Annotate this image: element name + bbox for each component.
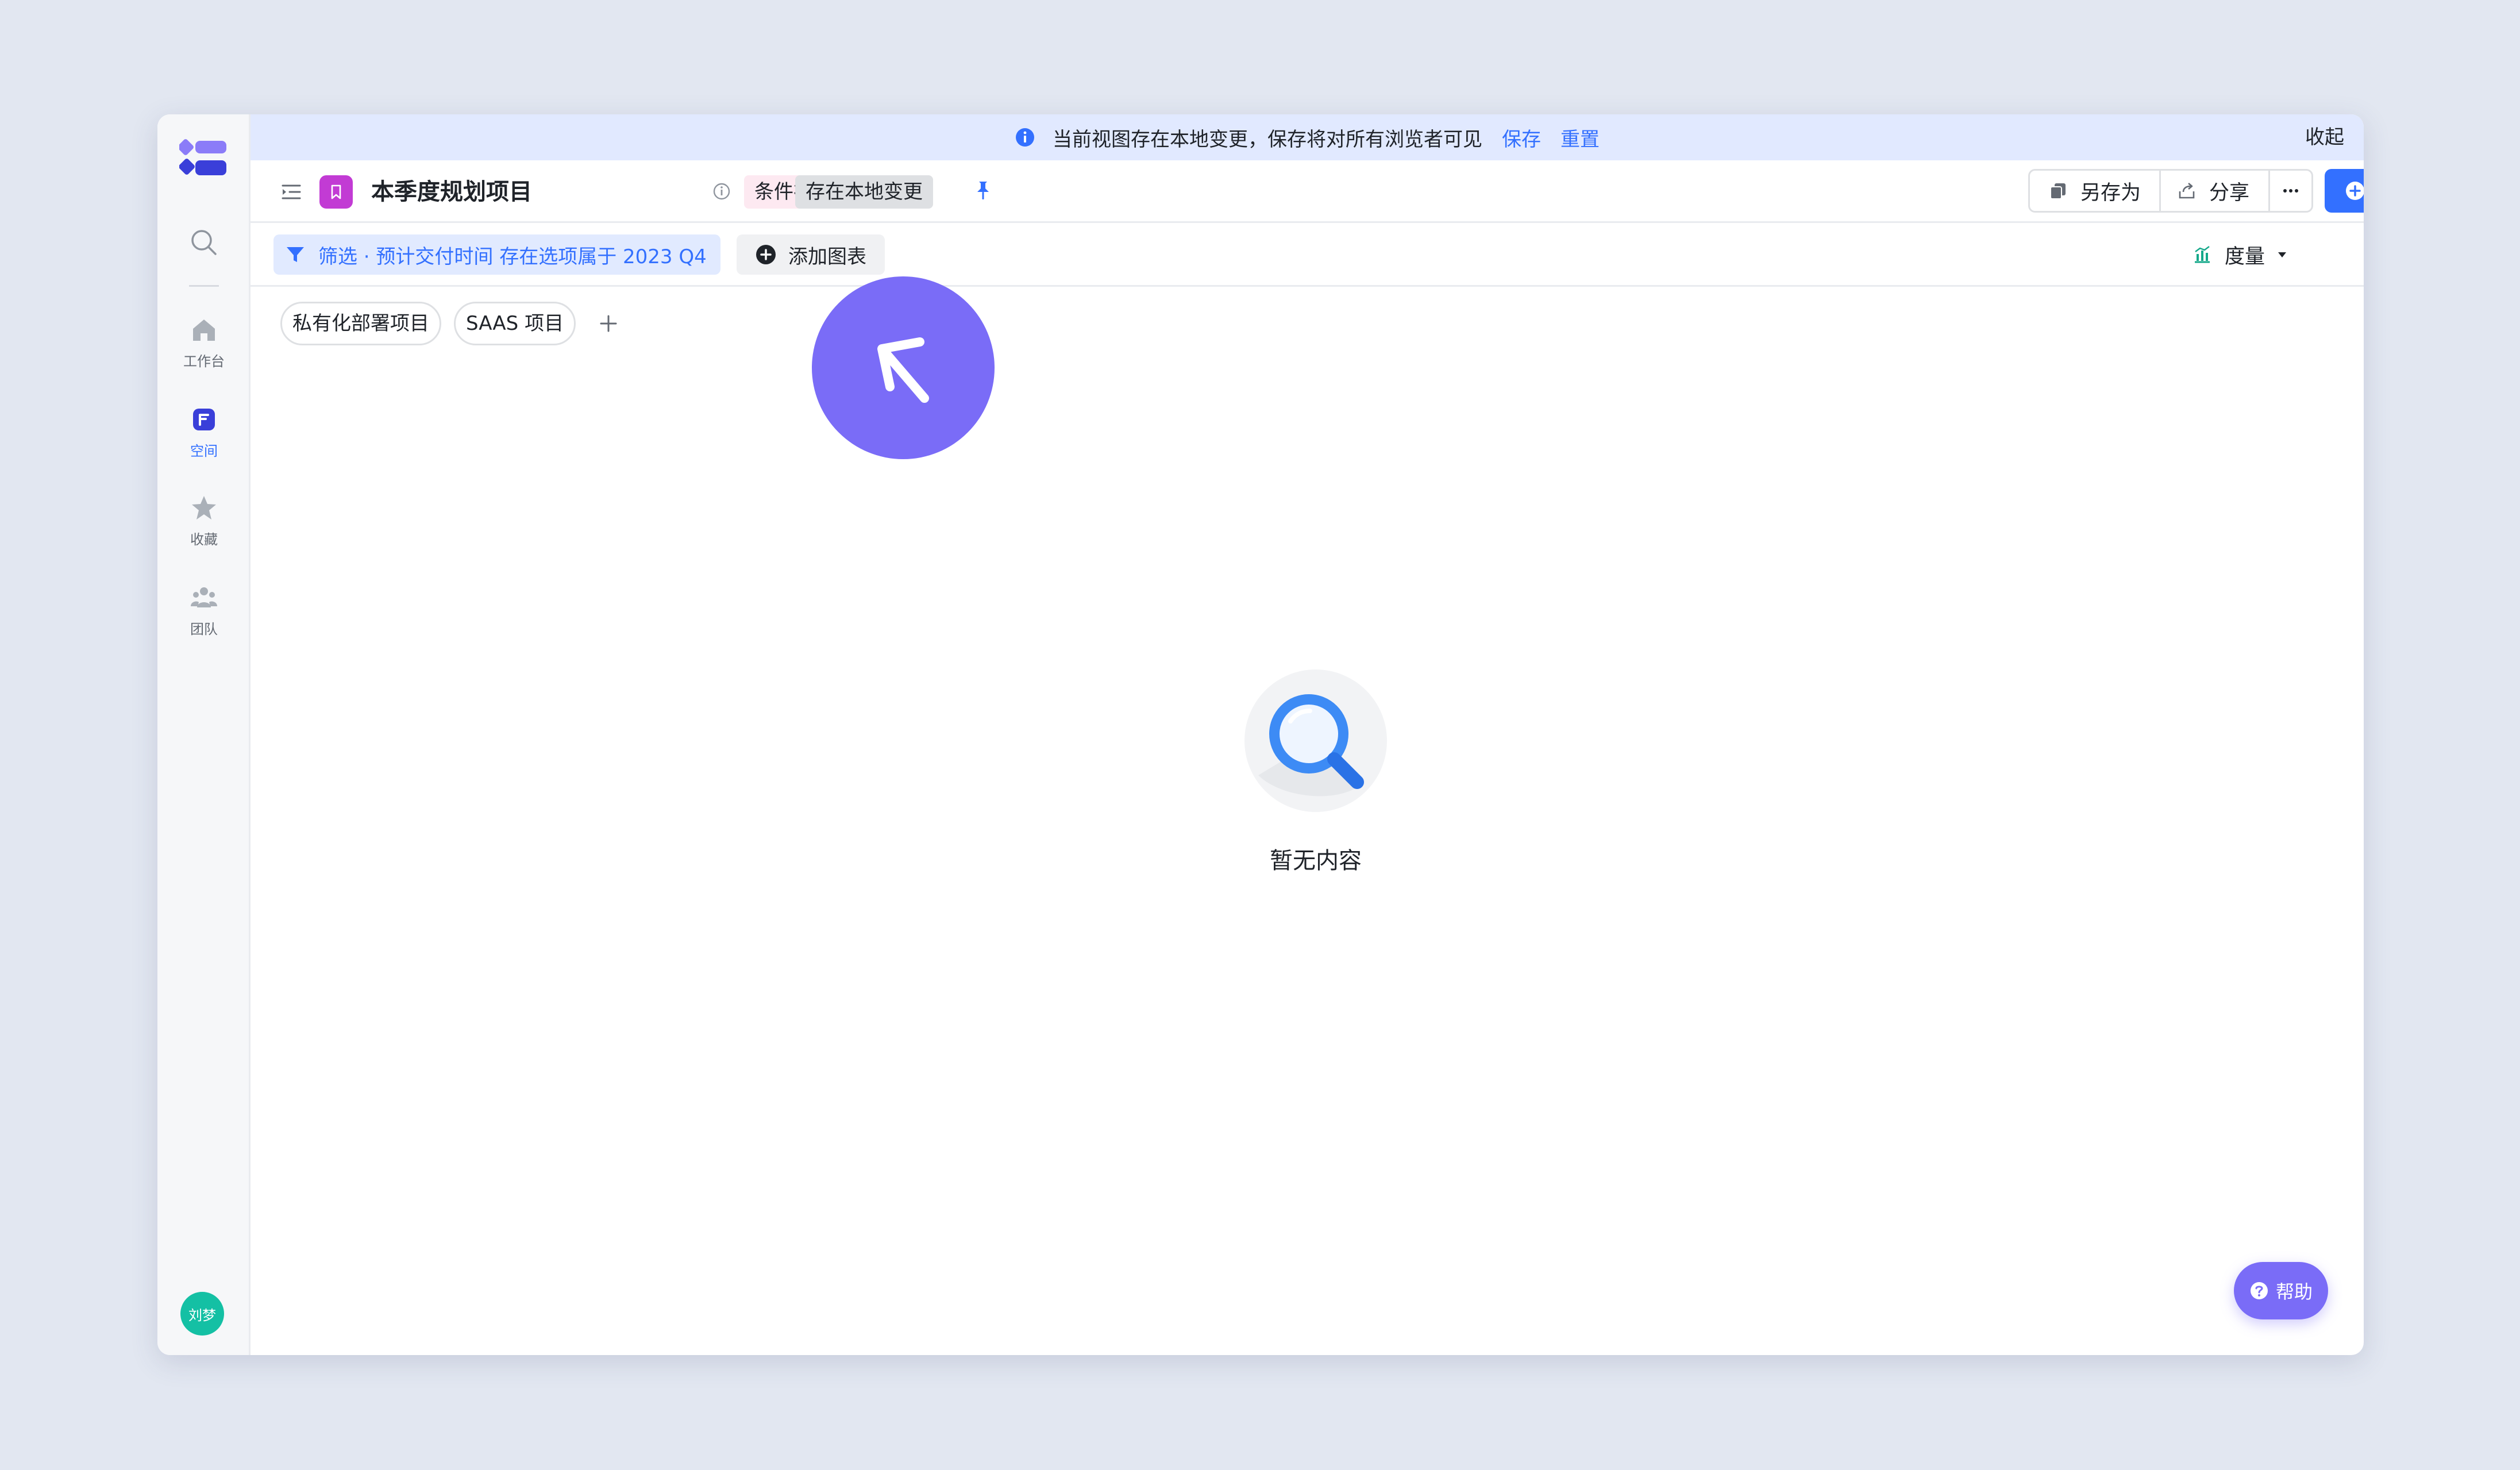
rail-item-team[interactable]: 团队 bbox=[157, 583, 251, 647]
local-changes-notice: 当前视图存在本地变更，保存将对所有浏览者可见 保存 重置 收起 bbox=[251, 114, 2364, 160]
metric-label: 度量 bbox=[2225, 245, 2265, 268]
arrow-cursor-icon bbox=[877, 337, 929, 403]
home-icon bbox=[193, 320, 215, 341]
view-icon bbox=[319, 175, 353, 209]
empty-search-icon bbox=[1244, 669, 1387, 812]
sidebar-toggle-icon[interactable] bbox=[279, 180, 303, 204]
view-actions-group: 另存为 分享 bbox=[2028, 169, 2313, 213]
rail-item-label: 空间 bbox=[190, 443, 218, 459]
caret-down-icon bbox=[2278, 252, 2287, 257]
bar-chart-icon bbox=[2195, 246, 2210, 263]
new-button[interactable]: 新建 bbox=[2325, 169, 2364, 213]
empty-state-text: 暂无内容 bbox=[1270, 848, 1362, 874]
space-icon bbox=[193, 409, 215, 430]
more-button[interactable] bbox=[2270, 171, 2311, 211]
bookmark-icon bbox=[331, 184, 341, 199]
team-icon bbox=[191, 587, 217, 607]
rail-item-favorites[interactable]: 收藏 bbox=[157, 494, 251, 557]
notice-message: 当前视图存在本地变更，保存将对所有浏览者可见 bbox=[1053, 128, 1482, 151]
view-toolbar: 筛选 · 预计交付时间 存在选项属于 2023 Q4 添加图表 度量 bbox=[251, 223, 2364, 287]
share-label: 分享 bbox=[2209, 181, 2250, 205]
app-logo-icon[interactable] bbox=[179, 138, 228, 179]
plus-circle-icon bbox=[756, 245, 776, 264]
info-icon bbox=[1016, 128, 1034, 147]
rail-item-label: 工作台 bbox=[183, 353, 225, 370]
save-link[interactable]: 保存 bbox=[1502, 124, 1541, 152]
reset-link[interactable]: 重置 bbox=[1560, 124, 1600, 152]
app-window: 工作台 空间 收藏 团队 刘梦 当前视图存在本地变更，保存将对所有浏览者可见 保… bbox=[157, 114, 2364, 1355]
info-outline-icon[interactable] bbox=[712, 182, 731, 201]
group-tab-saas[interactable]: SAAS 项目 bbox=[454, 302, 576, 345]
filter-chip[interactable]: 筛选 · 预计交付时间 存在选项属于 2023 Q4 bbox=[273, 234, 720, 275]
pin-icon[interactable] bbox=[971, 178, 995, 202]
collapse-button[interactable]: 收起 bbox=[2305, 114, 2344, 160]
save-as-label: 另存为 bbox=[2080, 181, 2141, 205]
rail-divider bbox=[189, 285, 219, 287]
view-header: 本季度规划项目 条件视图 存在本地变更 另存为 分享 bbox=[251, 160, 2364, 223]
page-title: 本季度规划项目 bbox=[371, 179, 532, 205]
share-button[interactable]: 分享 bbox=[2161, 171, 2270, 211]
group-tab-private-deploy[interactable]: 私有化部署项目 bbox=[280, 302, 441, 345]
filter-icon bbox=[287, 247, 304, 262]
plus-circle-icon bbox=[2345, 182, 2364, 200]
add-chart-button[interactable]: 添加图表 bbox=[737, 234, 885, 275]
help-label: 帮助 bbox=[2275, 1281, 2313, 1303]
add-group-icon[interactable] bbox=[596, 311, 621, 336]
share-icon bbox=[2179, 183, 2195, 199]
add-chart-label: 添加图表 bbox=[788, 245, 866, 268]
rail-item-label: 收藏 bbox=[190, 532, 218, 548]
local-changes-tag: 存在本地变更 bbox=[795, 175, 933, 209]
help-button[interactable]: 帮助 bbox=[2234, 1262, 2328, 1319]
cursor-highlight bbox=[812, 276, 995, 459]
help-icon bbox=[2250, 1282, 2268, 1299]
filter-label: 筛选 · 预计交付时间 存在选项属于 2023 Q4 bbox=[318, 245, 707, 268]
rail-item-workbench[interactable]: 工作台 bbox=[157, 315, 251, 379]
star-icon bbox=[192, 496, 216, 519]
more-icon bbox=[2283, 189, 2298, 193]
avatar[interactable]: 刘梦 bbox=[180, 1292, 224, 1336]
save-as-button[interactable]: 另存为 bbox=[2030, 171, 2161, 211]
rail-item-label: 团队 bbox=[190, 621, 218, 637]
rail-item-space[interactable]: 空间 bbox=[157, 405, 251, 468]
copy-icon bbox=[2050, 183, 2066, 199]
search-icon[interactable] bbox=[189, 228, 219, 257]
metric-dropdown[interactable]: 度量 bbox=[2193, 234, 2289, 275]
left-rail: 工作台 空间 收藏 团队 刘梦 bbox=[157, 114, 251, 1355]
